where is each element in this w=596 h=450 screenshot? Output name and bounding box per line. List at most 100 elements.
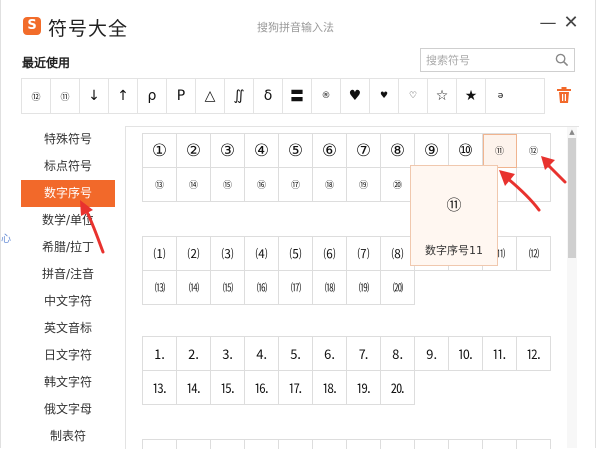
symbol-cell[interactable]: ⒘ <box>279 371 313 405</box>
symbol-cell[interactable]: ⑺ <box>347 237 381 271</box>
tooltip-name: 数字序号11 <box>425 244 483 257</box>
symbol-search-box[interactable] <box>420 48 575 72</box>
symbol-cell[interactable]: ⒉ <box>177 337 211 371</box>
symbol-cell[interactable]: ⒀ <box>143 271 177 305</box>
trash-icon[interactable] <box>556 86 572 104</box>
symbol-cell[interactable]: ⒁ <box>177 271 211 305</box>
symbol-cell[interactable]: ⒐ <box>415 337 449 371</box>
symbol-cell[interactable]: ⑵ <box>177 237 211 271</box>
recent-symbol[interactable]: ♡ <box>399 79 428 113</box>
symbol-cell[interactable]: ⒋ <box>245 337 279 371</box>
recent-symbol[interactable]: ρ <box>138 79 167 113</box>
recent-symbol[interactable]: ☆ <box>428 79 457 113</box>
recent-symbol[interactable]: ★ <box>457 79 486 113</box>
recent-symbol[interactable]: ⑪ <box>51 79 80 113</box>
symbol-window: S 符号大全 搜狗拼音输入法 — ✕ 最近使用 ⑫⑪↓↑ρP△∬δ〓®♥♥♡☆★… <box>0 0 596 450</box>
category-item[interactable]: 俄文字母 <box>21 396 115 423</box>
symbol-cell[interactable]: ⒅ <box>313 271 347 305</box>
recent-symbol[interactable]: ♥ <box>370 79 399 113</box>
symbol-cell[interactable]: ⑮ <box>211 168 245 202</box>
symbol-cell[interactable]: ⒂ <box>211 271 245 305</box>
category-item[interactable]: 英文音标 <box>21 315 115 342</box>
recent-symbol[interactable]: ↑ <box>109 79 138 113</box>
symbol-cell[interactable]: ⑰ <box>279 168 313 202</box>
category-item[interactable]: 中文字符 <box>21 288 115 315</box>
symbol-cell[interactable]: ⑦ <box>347 134 381 168</box>
symbol-cell[interactable]: ⒇ <box>381 271 415 305</box>
symbol-cell[interactable]: ⑩ <box>449 134 483 168</box>
sogou-logo-icon: S <box>23 17 41 35</box>
scrollbar-thumb[interactable] <box>568 138 576 258</box>
symbol-cell[interactable]: ⒌ <box>279 337 313 371</box>
symbol-cell[interactable]: ⑲ <box>347 168 381 202</box>
category-item[interactable]: 拼音/注音 <box>21 261 115 288</box>
symbol-cell[interactable]: ⒒ <box>483 337 517 371</box>
recent-symbol[interactable]: ® <box>312 79 341 113</box>
symbol-cell[interactable]: ④ <box>245 134 279 168</box>
symbol-cell[interactable]: ⒊ <box>211 337 245 371</box>
category-item[interactable]: 制表符 <box>21 423 115 450</box>
symbol-cell[interactable]: ⑹ <box>313 237 347 271</box>
recent-symbol[interactable]: ↓ <box>80 79 109 113</box>
recent-symbol[interactable]: 〓 <box>283 79 312 113</box>
symbol-cell[interactable]: ⒔ <box>143 371 177 405</box>
symbol-cell[interactable]: ⒑ <box>449 337 483 371</box>
symbol-cell[interactable]: ⑪ <box>483 134 517 168</box>
symbol-cell[interactable]: ② <box>177 134 211 168</box>
symbol-cell[interactable]: ⒚ <box>347 371 381 405</box>
symbol-cell[interactable]: ⑭ <box>177 168 211 202</box>
symbol-cell[interactable]: ⑤ <box>279 134 313 168</box>
red-arrow-annotation-icon <box>80 200 105 254</box>
background-window-edge: 心 <box>1 234 11 245</box>
symbol-cell[interactable]: ⒄ <box>279 271 313 305</box>
symbol-cell[interactable]: ⑿ <box>517 237 551 271</box>
recent-symbol[interactable]: ⑫ <box>22 79 51 113</box>
symbol-cell[interactable]: ⒏ <box>381 337 415 371</box>
category-item[interactable]: 日文字符 <box>21 342 115 369</box>
category-item[interactable]: 特殊符号 <box>21 126 115 153</box>
category-item[interactable]: 韩文字符 <box>21 369 115 396</box>
symbol-cell[interactable]: ⒎ <box>347 337 381 371</box>
minimize-button[interactable]: — <box>537 12 559 34</box>
recent-symbol[interactable]: ə <box>486 79 515 113</box>
search-input[interactable] <box>426 52 546 68</box>
recent-symbol[interactable]: ∬ <box>225 79 254 113</box>
symbol-cell[interactable]: ⑸ <box>279 237 313 271</box>
recent-label: 最近使用 <box>22 56 71 70</box>
symbol-cell[interactable]: ⑱ <box>313 168 347 202</box>
symbol-cell[interactable]: ⑯ <box>245 168 279 202</box>
recent-symbol[interactable]: △ <box>196 79 225 113</box>
symbol-cell[interactable]: ① <box>143 134 177 168</box>
symbol-cell[interactable]: ⒖ <box>211 371 245 405</box>
red-arrow-annotation-icon <box>541 156 567 184</box>
symbol-cell[interactable]: ⑴ <box>143 237 177 271</box>
symbol-cell[interactable]: ⑶ <box>211 237 245 271</box>
symbol-cell[interactable]: ⒛ <box>381 371 415 405</box>
symbol-cell[interactable]: ⒙ <box>313 371 347 405</box>
red-arrow-annotation-icon <box>499 170 541 212</box>
symbol-cell[interactable]: ⒃ <box>245 271 279 305</box>
scroll-up-arrow-icon[interactable]: ▲ <box>567 127 577 137</box>
symbol-cell[interactable]: ⑷ <box>245 237 279 271</box>
symbol-cell[interactable]: ⒗ <box>245 371 279 405</box>
symbol-cell[interactable]: ⒆ <box>347 271 381 305</box>
symbol-cell[interactable]: ③ <box>211 134 245 168</box>
symbol-cell[interactable]: ⒈ <box>143 337 177 371</box>
symbol-cell[interactable]: ⒓ <box>517 337 551 371</box>
recent-symbol[interactable]: δ <box>254 79 283 113</box>
category-list: 特殊符号 标点符号 数字序号 数学/单位 希腊/拉丁 拼音/注音 中文字符 英文音标 日文字符韩… <box>21 126 115 450</box>
category-item[interactable]: 标点符号 <box>21 153 115 180</box>
symbol-cell[interactable]: ⑬ <box>143 168 177 202</box>
symbol-cell[interactable]: ⒕ <box>177 371 211 405</box>
recent-symbol[interactable]: ♥ <box>341 79 370 113</box>
close-button[interactable]: ✕ <box>560 12 582 34</box>
symbol-cell[interactable]: ⑧ <box>381 134 415 168</box>
symbol-cell[interactable]: ⑨ <box>415 134 449 168</box>
search-icon[interactable] <box>555 53 569 67</box>
vertical-scrollbar[interactable]: ▲ <box>567 127 577 448</box>
ime-name: 搜狗拼音输入法 <box>257 21 334 34</box>
symbol-cell[interactable]: ⑥ <box>313 134 347 168</box>
title-bar[interactable]: S 符号大全 搜狗拼音输入法 — ✕ <box>1 0 595 44</box>
symbol-cell[interactable]: ⒍ <box>313 337 347 371</box>
recent-symbol[interactable]: P <box>167 79 196 113</box>
